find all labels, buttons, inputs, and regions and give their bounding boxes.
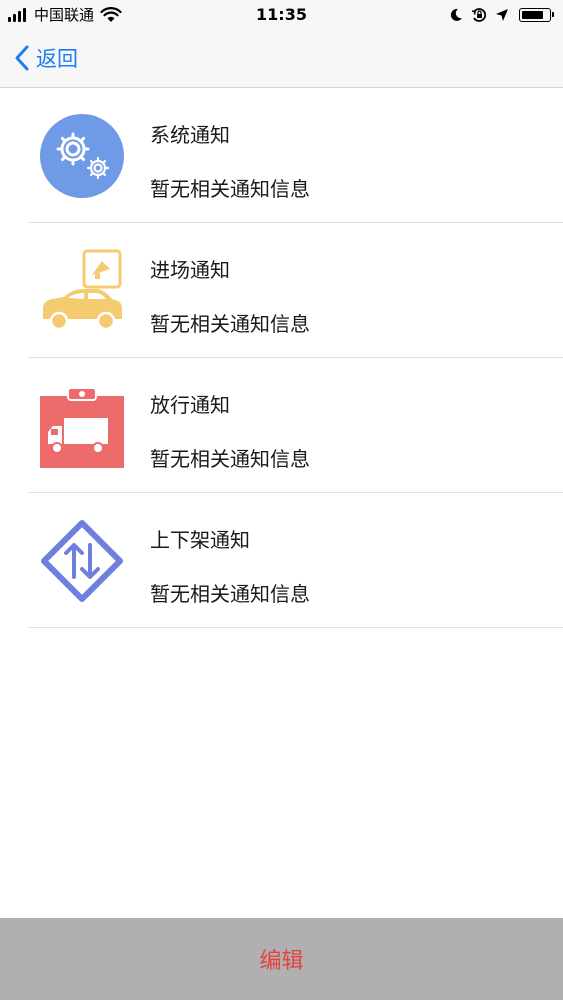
notification-title: 上下架通知 [150, 528, 250, 552]
car-icon [43, 249, 122, 331]
row-divider [28, 627, 563, 628]
notification-subtitle: 暂无相关通知信息 [150, 177, 310, 201]
notification-title: 系统通知 [150, 123, 230, 147]
back-button[interactable]: 返回 [14, 40, 78, 76]
battery-icon [519, 8, 554, 22]
status-right [441, 5, 554, 25]
chevron-left-icon [15, 45, 29, 71]
notification-row-entry[interactable]: 进场通知 暂无相关通知信息 [0, 223, 563, 358]
rotation-lock-icon [471, 8, 487, 22]
edit-button[interactable]: 编辑 [239, 935, 323, 983]
location-icon [496, 9, 508, 21]
truck-icon [40, 387, 124, 468]
bottom-toolbar: 编辑 [0, 918, 563, 1000]
notification-subtitle: 暂无相关通知信息 [150, 447, 310, 471]
notification-subtitle: 暂无相关通知信息 [150, 582, 310, 606]
navigation-bar: 返回 [0, 30, 563, 88]
notification-list: 系统通知 暂无相关通知信息 进场通知 暂无相关通知信息 放行通知 暂无相关通知信… [0, 88, 563, 628]
notification-title: 进场通知 [150, 258, 230, 282]
gear-icon [40, 114, 124, 198]
notification-row-system[interactable]: 系统通知 暂无相关通知信息 [0, 88, 563, 223]
shelf-arrows-icon [41, 520, 123, 602]
status-bar: 中国联通 11:35 [0, 0, 563, 30]
notifications-page: 中国联通 11:35 返回 系统通知 暂无相关通知信息 进场通知 暂无相关通知信… [0, 0, 563, 1000]
back-label: 返回 [36, 47, 78, 71]
notification-row-release[interactable]: 放行通知 暂无相关通知信息 [0, 358, 563, 493]
notification-row-shelving[interactable]: 上下架通知 暂无相关通知信息 [0, 493, 563, 628]
notification-subtitle: 暂无相关通知信息 [150, 312, 310, 336]
notification-title: 放行通知 [150, 393, 230, 417]
moon-icon [450, 8, 462, 21]
